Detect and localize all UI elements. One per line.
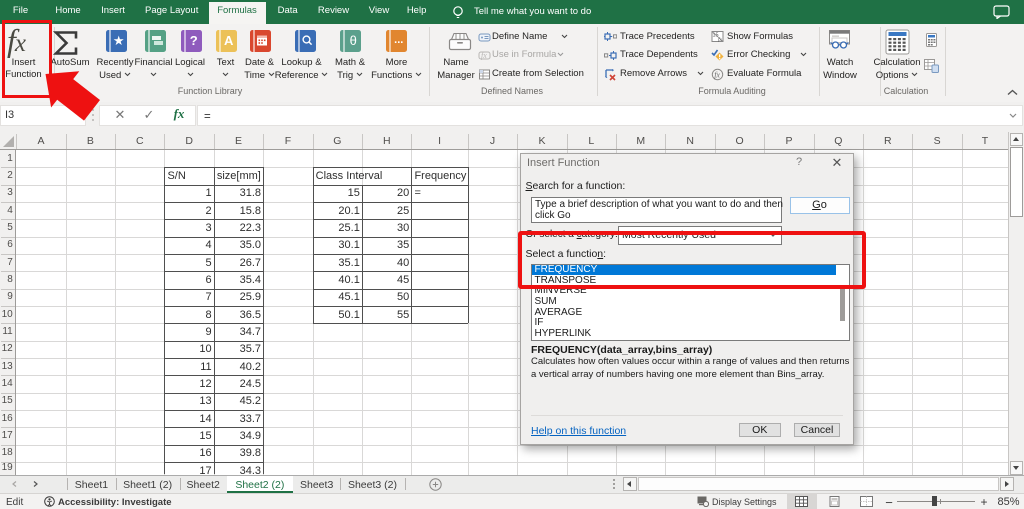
svg-text:fx: fx — [714, 70, 720, 79]
svg-text:fx: fx — [481, 51, 487, 60]
svg-text:fx: fx — [718, 36, 723, 43]
